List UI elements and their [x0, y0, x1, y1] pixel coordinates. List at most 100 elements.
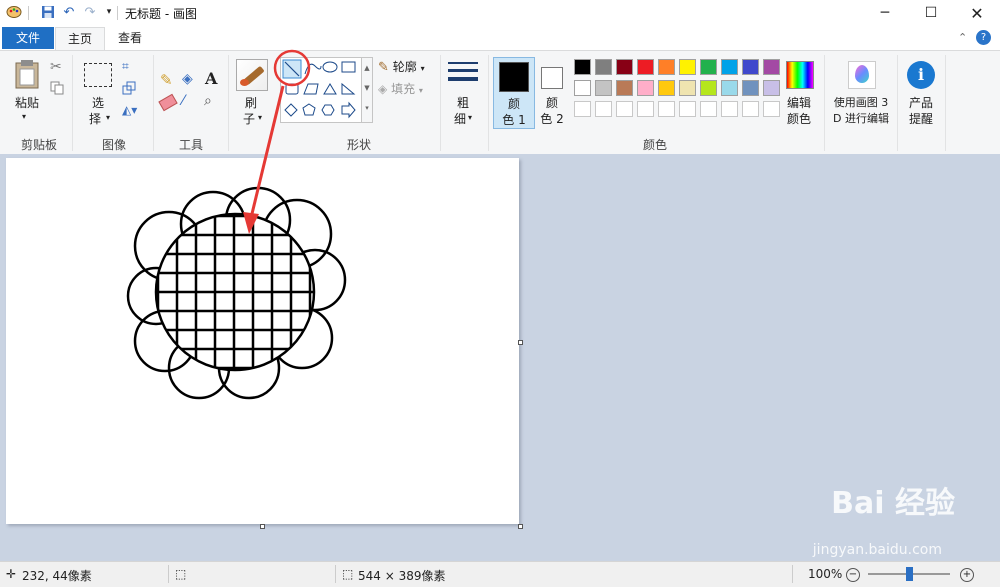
edit-with-paint3d-button[interactable]: 使用画图 3 D 进行编辑 — [830, 59, 892, 131]
hexagon-icon[interactable] — [321, 104, 335, 116]
magnifier-icon[interactable]: ⌕ — [204, 93, 212, 109]
curve-icon[interactable] — [304, 63, 322, 75]
size-button[interactable]: 粗 细 ▾ — [446, 59, 480, 131]
fill-bucket-icon[interactable]: ◈ — [182, 71, 193, 87]
custom-color-slot[interactable] — [595, 101, 612, 117]
shapes-scrollbar[interactable]: ▲ ▼ ▾ — [361, 57, 373, 123]
outline-label: 轮廓 — [392, 60, 417, 74]
edit-colors-button[interactable]: 编辑 颜色 — [783, 59, 817, 131]
palette-color-swatch[interactable] — [700, 59, 717, 75]
palette-color-swatch[interactable] — [616, 59, 633, 75]
custom-color-slot[interactable] — [763, 101, 780, 117]
group-separator — [897, 55, 898, 151]
palette-color-swatch[interactable] — [721, 80, 738, 96]
tab-home[interactable]: 主页 — [55, 27, 105, 51]
palette-color-swatch[interactable] — [595, 80, 612, 96]
baidu-watermark: Bai 经验 — [831, 486, 955, 521]
line-medium-icon — [448, 69, 478, 72]
rotate-icon[interactable]: ◭▾ — [122, 103, 137, 117]
color-palette — [574, 59, 784, 123]
tab-file[interactable]: 文件 — [2, 27, 54, 49]
select-button[interactable]: 选 择 ▾ — [80, 59, 116, 131]
canvas-resize-handle-bottom[interactable] — [260, 524, 265, 529]
color-picker-icon[interactable]: ⁄ — [182, 93, 184, 109]
palette-color-swatch[interactable] — [742, 59, 759, 75]
image-size-icon: ⬚ — [342, 567, 354, 581]
rectangle-icon[interactable] — [341, 61, 356, 73]
line-thin-icon — [448, 62, 478, 64]
custom-color-slot[interactable] — [700, 101, 717, 117]
zoom-out-button[interactable]: − — [846, 568, 860, 582]
image-group-label: 图像 — [101, 138, 126, 152]
tab-view[interactable]: 查看 — [106, 27, 154, 49]
custom-color-slot[interactable] — [658, 101, 675, 117]
palette-color-swatch[interactable] — [721, 59, 738, 75]
minimize-button[interactable]: ─ — [862, 0, 908, 26]
group-separator — [488, 55, 489, 151]
copy-icon[interactable] — [50, 81, 64, 98]
help-icon[interactable]: ? — [976, 30, 991, 45]
fill-button[interactable]: ◈ 填充 ▾ — [378, 81, 438, 97]
palette-color-swatch[interactable] — [742, 80, 759, 96]
palette-color-swatch[interactable] — [637, 80, 654, 96]
fill-icon: ◈ — [378, 82, 388, 96]
palette-color-swatch[interactable] — [574, 59, 591, 75]
drawing-canvas[interactable] — [6, 158, 519, 524]
window-title: 无标题 - 画图 — [125, 7, 197, 21]
close-button[interactable]: ✕ — [954, 0, 1000, 26]
palette-color-swatch[interactable] — [763, 80, 780, 96]
palette-color-swatch[interactable] — [763, 59, 780, 75]
eraser-icon[interactable] — [158, 93, 178, 112]
color2-button[interactable]: 颜 色 2 — [535, 57, 571, 127]
diamond-icon[interactable] — [284, 103, 298, 117]
custom-color-slot[interactable] — [574, 101, 591, 117]
colors-group-label: 颜色 — [642, 138, 667, 152]
palette-color-swatch[interactable] — [658, 59, 675, 75]
canvas-resize-handle-right[interactable] — [518, 340, 523, 345]
polygon-icon[interactable] — [303, 83, 319, 95]
product-alert-button[interactable]: i 产品 提醒 — [904, 59, 938, 131]
maximize-button[interactable]: ☐ — [908, 0, 954, 26]
undo-icon[interactable]: ↶ — [61, 4, 77, 20]
right-arrow-icon[interactable] — [341, 101, 356, 119]
brushes-button[interactable]: 刷 子 ▾ — [234, 59, 270, 131]
zoom-level: 100% — [808, 567, 843, 581]
collapse-ribbon-icon[interactable]: ⌃ — [958, 31, 967, 44]
palette-color-swatch[interactable] — [595, 59, 612, 75]
outline-icon: ✎ — [378, 60, 389, 75]
save-icon[interactable] — [40, 4, 56, 20]
palette-color-swatch[interactable] — [616, 80, 633, 96]
custom-color-slot[interactable] — [616, 101, 633, 117]
right-triangle-icon[interactable] — [341, 82, 356, 95]
crop-icon[interactable]: ⌗ — [122, 59, 129, 74]
palette-color-swatch[interactable] — [700, 80, 717, 96]
zoom-slider-thumb[interactable] — [906, 567, 913, 581]
oval-icon[interactable] — [322, 61, 338, 73]
paint-app-icon[interactable] — [6, 4, 22, 20]
canvas-resize-handle-corner[interactable] — [518, 524, 523, 529]
ribbon-tabs: 文件 主页 查看 ⌃ ? — [0, 27, 1000, 51]
cut-icon[interactable]: ✂ — [50, 59, 62, 75]
customize-quick-access-icon[interactable]: ▾ — [101, 4, 117, 20]
custom-color-slot[interactable] — [679, 101, 696, 117]
custom-color-slot[interactable] — [637, 101, 654, 117]
palette-color-swatch[interactable] — [679, 59, 696, 75]
resize-icon[interactable] — [122, 81, 136, 98]
palette-color-swatch[interactable] — [574, 80, 591, 96]
zoom-in-button[interactable]: + — [960, 568, 974, 582]
triangle-icon[interactable] — [323, 83, 337, 95]
custom-color-slot[interactable] — [721, 101, 738, 117]
custom-color-slot[interactable] — [742, 101, 759, 117]
pencil-icon[interactable]: ✎ — [160, 71, 173, 89]
paste-button[interactable]: 粘贴 ▾ — [8, 57, 46, 129]
outline-button[interactable]: ✎ 轮廓 ▾ — [378, 59, 438, 75]
palette-color-swatch[interactable] — [658, 80, 675, 96]
palette-color-swatch[interactable] — [679, 80, 696, 96]
rounded-rectangle-icon[interactable] — [285, 83, 299, 95]
text-tool-icon[interactable]: A — [205, 69, 217, 88]
palette-color-swatch[interactable] — [637, 59, 654, 75]
pentagon-icon[interactable] — [302, 103, 316, 116]
color1-button[interactable]: 颜 色 1 — [493, 57, 535, 129]
redo-icon[interactable]: ↷ — [82, 4, 98, 20]
status-divider — [168, 565, 169, 583]
